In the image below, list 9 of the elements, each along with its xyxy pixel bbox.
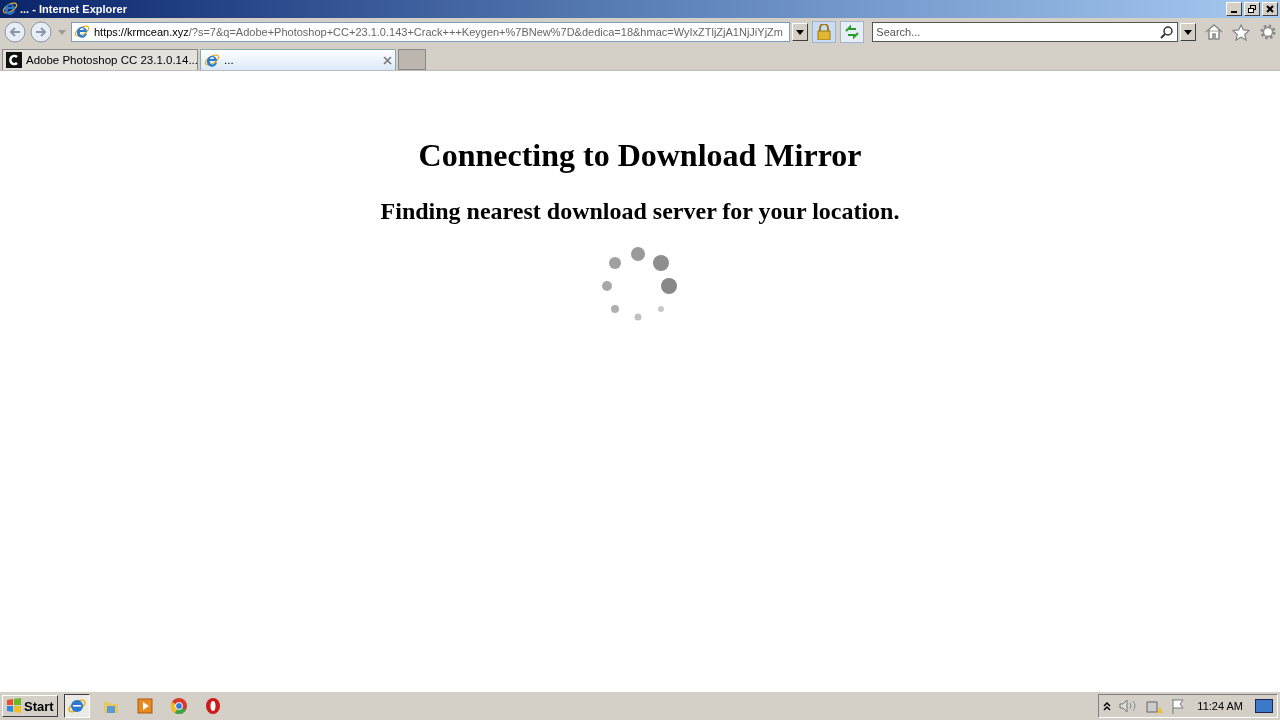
window-title: ... - Internet Explorer [20, 3, 128, 15]
page-subheading: Finding nearest download server for your location. [380, 198, 900, 225]
start-button[interactable]: Start [2, 695, 58, 717]
browser-tab[interactable]: ... [200, 49, 396, 70]
browser-tab[interactable]: Adobe Photoshop CC 23.1.0.14... [2, 49, 198, 70]
page-heading: Connecting to Download Mirror [418, 137, 862, 174]
search-field[interactable]: Search... [872, 22, 1179, 42]
clock: 11:24 AM [1197, 700, 1243, 712]
address-field[interactable]: https://krmcean.xyz/?s=7&q=Adobe+Photoshop+CC+23.1.0.143+Crack+++Keygen+%7BNew%7D&dedica=18&hmac=WyIxZTljZjA1NjJiYjZm [70, 22, 791, 42]
